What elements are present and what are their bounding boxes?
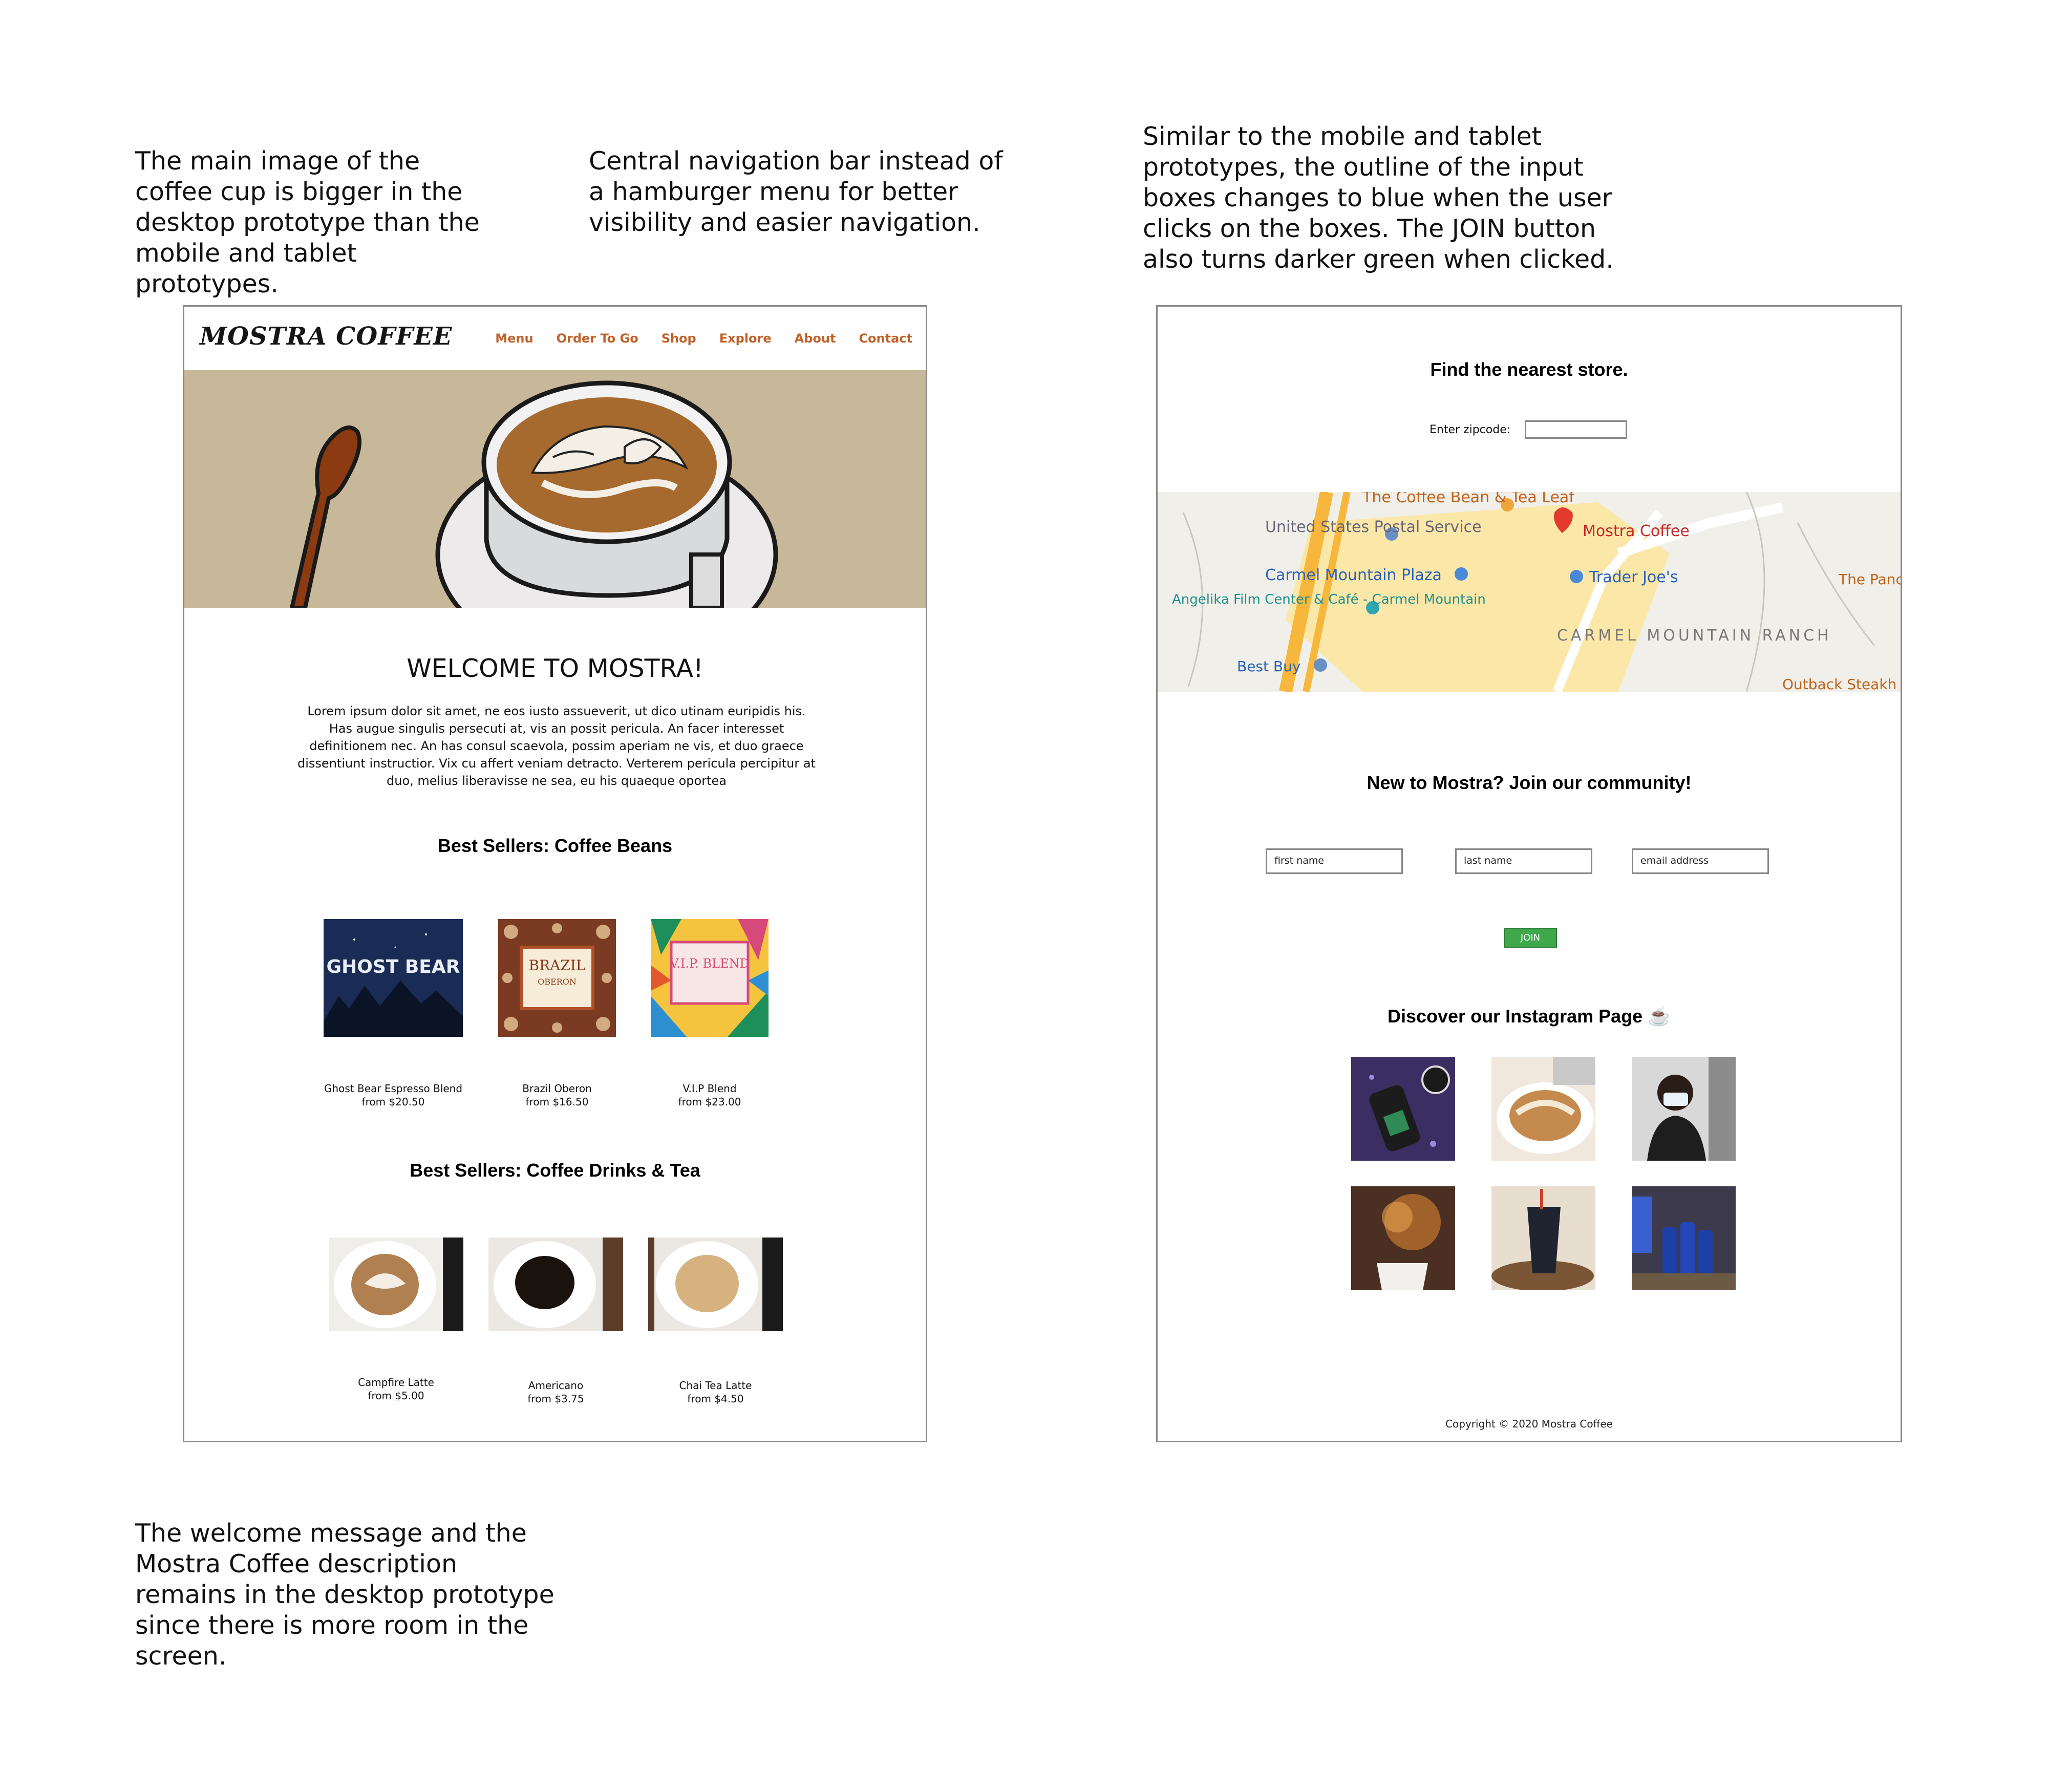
hero-coffee-cup-image — [184, 370, 926, 608]
main-nav: Menu Order To Go Shop Explore About Cont… — [472, 331, 912, 346]
instagram-post-2[interactable] — [1491, 1057, 1595, 1161]
campfire-latte-image — [329, 1238, 463, 1331]
hero-note: The main image of the coffee cup is bigg… — [135, 146, 480, 298]
store-heading: Find the nearest store. — [1430, 359, 1628, 380]
instagram-post-5[interactable] — [1491, 1186, 1595, 1290]
map-label-usps: United States Postal Service — [1265, 518, 1482, 536]
product-price: from $20.50 — [361, 1096, 425, 1108]
input-note: Similar to the mobile and tablet prototy… — [1143, 122, 1614, 274]
map-label-pancake: The Pancak — [1838, 571, 1902, 588]
instagram-post-3[interactable] — [1632, 1057, 1736, 1161]
nav-contact[interactable]: Contact — [859, 331, 912, 346]
map-label-trader: Trader Joe's — [1589, 568, 1678, 586]
copyright: Copyright © 2020 Mostra Coffee — [1445, 1418, 1613, 1430]
product-chai-tea-latte[interactable]: Chai Tea Latte from $4.50 — [648, 1238, 783, 1405]
zipcode-input[interactable] — [1525, 420, 1627, 439]
first-name-field[interactable]: first name — [1266, 848, 1403, 874]
product-name: V.I.P Blend — [682, 1082, 737, 1095]
nav-explore[interactable]: Explore — [719, 331, 772, 346]
last-name-field[interactable]: last name — [1455, 848, 1592, 874]
map-label-coffee-bean: The Coffee Bean & Tea Leaf — [1362, 492, 1575, 506]
drinks-heading: Best Sellers: Coffee Drinks & Tea — [410, 1160, 700, 1181]
welcome-note: The welcome message and the Mostra Coffe… — [135, 1519, 554, 1671]
product-vip-blend[interactable]: V.I.P. BLEND V.I.P Blend from $23.00 — [651, 919, 769, 1108]
instagram-post-6[interactable] — [1632, 1186, 1736, 1290]
instagram-post-1[interactable] — [1351, 1057, 1455, 1161]
brazil-oberon-package-image: BRAZIL OBERON — [498, 919, 616, 1037]
product-price: from $23.00 — [678, 1096, 741, 1108]
beans-heading: Best Sellers: Coffee Beans — [437, 835, 673, 856]
join-button[interactable]: JOIN — [1504, 928, 1557, 948]
americano-image — [488, 1238, 623, 1331]
desktop-prototype-store-signup: Find the nearest store. Enter zipcode: T… — [1156, 305, 1902, 1442]
site-logo[interactable]: MOSTRA COFFEE — [200, 322, 453, 351]
instagram-post-4[interactable] — [1351, 1186, 1455, 1290]
store-map[interactable]: The Coffee Bean & Tea Leaf United States… — [1158, 492, 1902, 692]
vip-blend-package-image: V.I.P. BLEND — [651, 919, 769, 1037]
map-label-angelika: Angelika Film Center & Café - Carmel Mou… — [1172, 592, 1486, 607]
nav-about[interactable]: About — [795, 331, 836, 346]
map-label-bestbuy: Best Buy — [1237, 658, 1300, 675]
welcome-description: Lorem ipsum dolor sit amet, ne eos iusto… — [297, 704, 816, 788]
vip-label: V.I.P. BLEND — [669, 956, 750, 971]
product-name: Ghost Bear Espresso Blend — [324, 1082, 463, 1095]
oberon-label: OBERON — [538, 977, 577, 987]
brazil-label: BRAZIL — [529, 957, 586, 974]
nav-menu[interactable]: Menu — [495, 331, 533, 346]
product-brazil-oberon[interactable]: BRAZIL OBERON Brazil Oberon from $16.50 — [498, 919, 616, 1108]
map-label-ranch: CARMEL MOUNTAIN RANCH — [1557, 627, 1832, 645]
map-label-mostra: Mostra Coffee — [1583, 522, 1690, 540]
nav-shop[interactable]: Shop — [662, 331, 696, 346]
map-label-plaza: Carmel Mountain Plaza — [1265, 566, 1442, 584]
zipcode-label: Enter zipcode: — [1430, 423, 1511, 436]
nav-order-to-go[interactable]: Order To Go — [557, 331, 638, 346]
desktop-prototype-home: MOSTRA COFFEE Menu Order To Go Shop Expl… — [183, 305, 927, 1442]
email-field[interactable]: email address — [1632, 848, 1769, 874]
instagram-heading: Discover our Instagram Page ☕ — [1387, 1006, 1671, 1027]
map-label-outback: Outback Steakh — [1782, 676, 1896, 692]
product-ghost-bear[interactable]: GHOST BEAR Ghost Bear Espresso Blend fro… — [324, 919, 463, 1108]
chai-tea-latte-image — [648, 1238, 783, 1331]
product-name: Chai Tea Latte — [679, 1379, 752, 1392]
ghost-bear-label: GHOST BEAR — [327, 956, 460, 977]
product-campfire-latte[interactable]: Campfire Latte from $5.00 — [329, 1238, 463, 1402]
signup-heading: New to Mostra? Join our community! — [1367, 772, 1692, 793]
product-americano[interactable]: Americano from $3.75 — [488, 1238, 623, 1405]
nav-note: Central navigation bar instead of a hamb… — [589, 146, 1003, 237]
ghost-bear-package-image: GHOST BEAR — [324, 919, 463, 1037]
welcome-title: WELCOME TO MOSTRA! — [407, 654, 703, 683]
product-price: from $4.50 — [687, 1393, 744, 1405]
